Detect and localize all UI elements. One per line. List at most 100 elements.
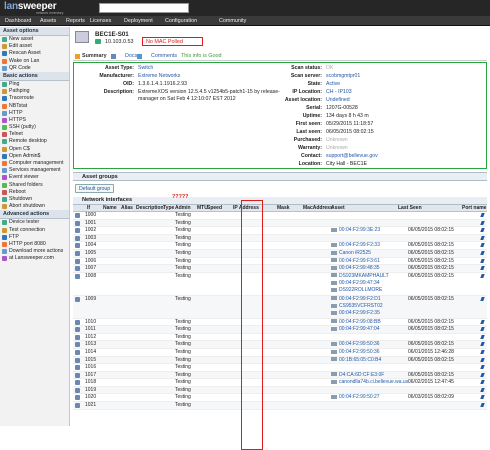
sidebar-item-test-connection[interactable]: Test connection xyxy=(0,227,69,234)
sidebar-item-download-more-actions[interactable]: Download more actions xyxy=(0,248,69,255)
edit-icon[interactable] xyxy=(480,220,485,225)
edit-icon[interactable] xyxy=(480,372,485,377)
nav-deployment[interactable]: Deployment xyxy=(124,18,153,24)
sidebar-item-wake-on-lan[interactable]: Wake on Lan xyxy=(0,58,69,65)
sidebar-item-reboot[interactable]: Reboot xyxy=(0,189,69,196)
sidebar-item-computer-management[interactable]: Computer management xyxy=(0,160,69,167)
edit-icon[interactable] xyxy=(480,380,485,385)
nav-community[interactable]: Community xyxy=(219,18,246,24)
asset-link[interactable]: Canon iR2525 xyxy=(331,250,371,256)
asset-link[interactable]: 00:04:F2:99:F3:61 xyxy=(331,258,380,264)
edit-icon[interactable] xyxy=(480,357,485,362)
sidebar-item-open-admin[interactable]: Open Admin$ xyxy=(0,153,69,160)
asset-link[interactable]: 00:04:F2:99:47:04 xyxy=(331,326,380,332)
asset-link[interactable]: CS9535VCFRST02 xyxy=(331,303,383,309)
asset-link[interactable]: 00:04:F2:99:3E:23 xyxy=(331,227,380,233)
asset-name[interactable]: 00:1B:65:05:C0:B4 xyxy=(339,357,381,363)
sidebar-item-ping[interactable]: Ping xyxy=(0,81,69,88)
asset-link[interactable]: 00:04:F2:99:48:35 xyxy=(331,265,380,271)
edit-icon[interactable] xyxy=(480,213,485,217)
field-value[interactable]: support@bellevue.gov xyxy=(326,153,378,159)
sidebar-item-ssh-putty[interactable]: SSH (putty) xyxy=(0,124,69,131)
field-value[interactable]: Active xyxy=(326,81,340,87)
sidebar-item-nbtstat[interactable]: NBTstat xyxy=(0,103,69,110)
sidebar-item-open-c[interactable]: Open C$ xyxy=(0,146,69,153)
field-value[interactable]: Extreme Networks xyxy=(138,73,180,79)
column-header-mask[interactable]: Mask xyxy=(277,205,290,211)
edit-icon[interactable] xyxy=(480,319,485,324)
asset-name[interactable]: Canon iR2525 xyxy=(339,250,371,256)
asset-link[interactable]: 00:04:F2:99:F2:D1 xyxy=(331,296,381,302)
column-header-speed[interactable]: Speed xyxy=(207,205,222,211)
asset-link[interactable]: 00:04:F2:99:47:34 xyxy=(331,280,380,286)
sidebar-item-abort-shutdown[interactable]: Abort shutdown xyxy=(0,203,69,210)
default-group-button[interactable]: Default group xyxy=(75,184,115,193)
nav-dashboard[interactable]: Dashboard xyxy=(5,18,31,24)
asset-name[interactable]: DS923MKAMPHAULT xyxy=(339,273,389,279)
edit-icon[interactable] xyxy=(480,395,485,400)
asset-name[interactable]: 00:04:F2:99:48:35 xyxy=(339,265,380,271)
asset-name[interactable]: 00:04:F2:99:F2:D1 xyxy=(339,296,381,302)
column-header-port-name[interactable]: Port name xyxy=(462,205,486,211)
column-header-name[interactable]: Name xyxy=(103,205,117,211)
search-input[interactable] xyxy=(99,3,189,13)
asset-name[interactable]: 00:04:F2:99:3E:23 xyxy=(339,227,380,233)
asset-link[interactable]: 00:04:F2:99:F2:35 xyxy=(331,310,380,316)
edit-icon[interactable] xyxy=(480,403,485,408)
asset-name[interactable]: canondlla74b.ci.bellevue.wa.us xyxy=(339,379,408,385)
edit-icon[interactable] xyxy=(480,296,485,301)
asset-link[interactable]: 00:04:F2:99:08:BB xyxy=(331,319,381,325)
asset-link[interactable]: 00:1B:65:05:C0:B4 xyxy=(331,357,381,363)
sidebar-item-device-tester[interactable]: Device tester xyxy=(0,219,69,226)
asset-name[interactable]: 00:04:F2:99:47:34 xyxy=(339,280,380,286)
asset-name[interactable]: 00:04:F2:99:50:36 xyxy=(339,349,380,355)
edit-icon[interactable] xyxy=(480,349,485,354)
edit-icon[interactable] xyxy=(480,327,485,332)
asset-name[interactable]: 00:04:F2:99:50:36 xyxy=(339,341,380,347)
sidebar-item-shared-folders[interactable]: Shared folders xyxy=(0,182,69,189)
asset-name[interactable]: 00:04:F2:99:47:04 xyxy=(339,326,380,332)
nav-licenses[interactable]: Licenses xyxy=(90,18,111,24)
asset-name[interactable]: CS9535VCFRST02 xyxy=(339,303,383,309)
column-header-type[interactable]: Type xyxy=(163,205,174,211)
column-header-if[interactable]: If xyxy=(87,205,90,211)
column-header-alias[interactable]: Alias xyxy=(121,205,133,211)
edit-icon[interactable] xyxy=(480,334,485,339)
asset-name[interactable]: 00:04:F2:99:F2:35 xyxy=(339,310,380,316)
nav-reports[interactable]: Reports xyxy=(66,18,85,24)
edit-icon[interactable] xyxy=(480,387,485,392)
column-header-last-seen[interactable]: Last Seen xyxy=(398,205,422,211)
nav-configuration[interactable]: Configuration xyxy=(165,18,197,24)
sidebar-item-ftp[interactable]: FTP xyxy=(0,234,69,241)
edit-icon[interactable] xyxy=(480,273,485,278)
edit-icon[interactable] xyxy=(480,228,485,233)
sidebar-item-services-management[interactable]: Services management xyxy=(0,167,69,174)
tab-comments[interactable]: Comments xyxy=(137,53,177,59)
asset-link[interactable]: 00:04:F2:99:F2:33 xyxy=(331,242,380,248)
asset-name[interactable]: DS922ROLLMORE xyxy=(339,287,382,293)
asset-link[interactable]: D4:CA:6D:CF:E3:0F xyxy=(331,372,384,378)
sidebar-item-at-lansweeper-com[interactable]: at Lansweeper.com xyxy=(0,255,69,262)
sidebar-item-traceroute[interactable]: Traceroute xyxy=(0,95,69,102)
asset-link[interactable]: canondlla74b.ci.bellevue.wa.us xyxy=(331,379,408,385)
column-header-admin[interactable]: Admin xyxy=(175,205,191,211)
sidebar-item-http[interactable]: HTTP xyxy=(0,110,69,117)
sidebar-item-qr-code[interactable]: QR Code xyxy=(0,65,69,72)
field-value[interactable]: Undefined xyxy=(326,97,350,103)
edit-icon[interactable] xyxy=(480,250,485,255)
sidebar-item-remote-desktop[interactable]: Remote desktop xyxy=(0,138,69,145)
field-value[interactable]: Switch xyxy=(138,65,153,71)
sidebar-item-https[interactable]: HTTPS xyxy=(0,117,69,124)
edit-icon[interactable] xyxy=(480,243,485,248)
asset-link[interactable]: 00:04:F2:99:50:36 xyxy=(331,349,380,355)
asset-name[interactable]: 00:04:F2:99:08:BB xyxy=(339,319,381,325)
field-value[interactable]: scobmgmtpr01 xyxy=(326,73,360,79)
sidebar-item-new-asset[interactable]: New asset xyxy=(0,36,69,43)
column-header-asset[interactable]: Asset xyxy=(331,205,345,211)
asset-link[interactable]: 00:04:F2:99:50:27 xyxy=(331,394,380,400)
edit-icon[interactable] xyxy=(480,235,485,240)
column-header-macaddress[interactable]: MacAddress xyxy=(303,205,333,211)
edit-icon[interactable] xyxy=(480,342,485,347)
nav-assets[interactable]: Assets xyxy=(40,18,56,24)
edit-icon[interactable] xyxy=(480,258,485,263)
